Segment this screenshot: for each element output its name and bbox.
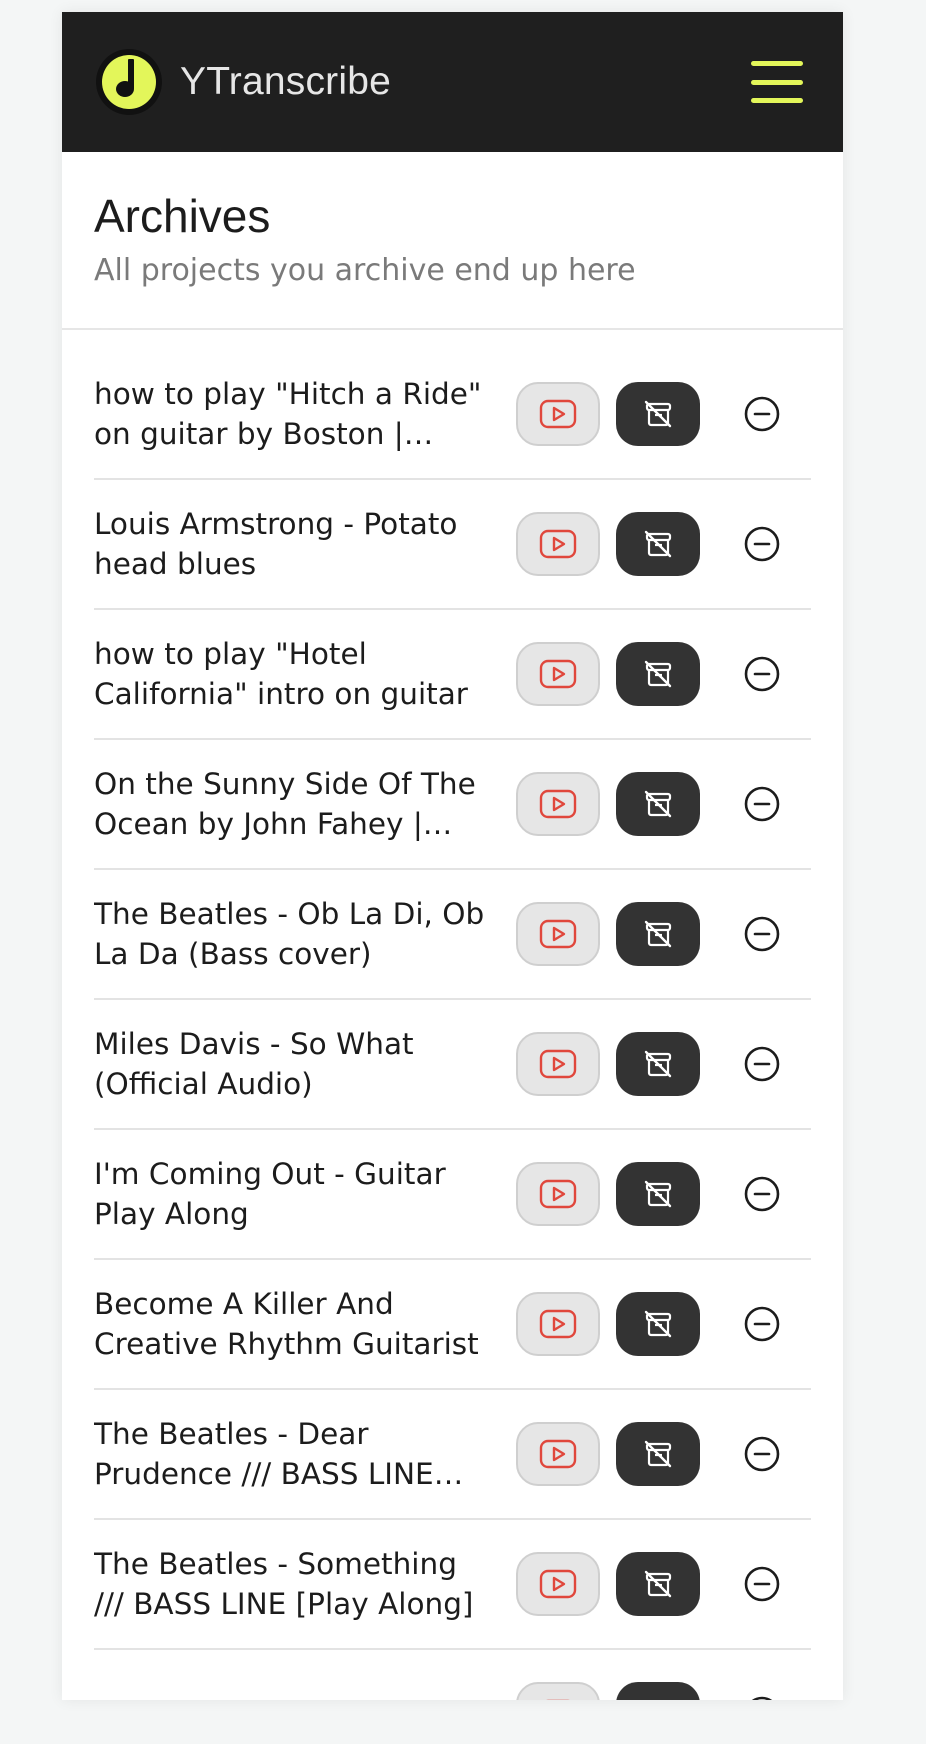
youtube-play-icon <box>539 1179 577 1209</box>
list-item: I'm Coming Out - Guitar Play Along <box>94 1130 811 1260</box>
row-actions <box>516 1161 784 1226</box>
minus-circle-icon[interactable] <box>740 1172 784 1216</box>
unarchive-button[interactable] <box>616 1551 700 1616</box>
youtube-play-icon <box>545 1699 571 1700</box>
hamburger-menu-icon[interactable] <box>751 61 803 103</box>
youtube-play-icon <box>539 1439 577 1469</box>
page-title: Archives <box>94 190 271 242</box>
open-youtube-button[interactable] <box>516 1551 600 1616</box>
project-title[interactable]: On the Sunny Side Of The Ocean by John F… <box>94 764 494 844</box>
project-title[interactable]: Become A Killer And Creative Rhythm Guit… <box>94 1284 494 1364</box>
project-title[interactable]: The Beatles - Something /// BASS LINE [P… <box>94 1544 494 1624</box>
open-youtube-button[interactable] <box>516 381 600 446</box>
row-actions <box>516 641 784 706</box>
unarchive-button[interactable] <box>616 641 700 706</box>
youtube-play-icon <box>539 529 577 559</box>
youtube-play-icon <box>539 399 577 429</box>
archive-off-icon <box>644 1440 672 1468</box>
archive-off-icon <box>644 400 672 428</box>
minus-circle-icon[interactable] <box>740 392 784 436</box>
page-subtitle: All projects you archive end up here <box>94 252 636 288</box>
minus-circle-icon[interactable] <box>740 522 784 566</box>
brand[interactable]: YTranscribe <box>94 47 391 117</box>
music-note-logo-icon <box>96 49 162 115</box>
open-youtube-button[interactable] <box>516 1421 600 1486</box>
row-actions <box>516 1291 784 1356</box>
minus-circle-icon[interactable] <box>740 1302 784 1346</box>
row-actions <box>516 771 784 836</box>
open-youtube-button[interactable] <box>516 1161 600 1226</box>
archive-off-icon <box>644 530 672 558</box>
project-title[interactable]: The Beatles - Dear Prudence /// BASS LIN… <box>94 1414 494 1494</box>
row-actions <box>516 1421 784 1486</box>
list-item: The Beatles - Ob La Di, Ob La Da (Bass c… <box>94 870 811 1000</box>
archive-off-icon <box>644 920 672 948</box>
youtube-play-icon <box>539 1049 577 1079</box>
unarchive-button[interactable] <box>616 511 700 576</box>
project-title[interactable]: Louis Armstrong - Potato head blues <box>94 504 494 584</box>
open-youtube-button[interactable] <box>516 1291 600 1356</box>
minus-circle-icon[interactable] <box>740 1692 784 1700</box>
minus-circle-icon[interactable] <box>740 1432 784 1476</box>
app-name: YTranscribe <box>180 60 391 103</box>
list-item: how to play "Hotel California" intro on … <box>94 610 811 740</box>
youtube-play-icon <box>539 1569 577 1599</box>
open-youtube-button[interactable] <box>516 641 600 706</box>
project-title[interactable]: The Beatles - Ob La Di, Ob La Da (Bass c… <box>94 894 494 974</box>
row-actions <box>516 381 784 446</box>
unarchive-button[interactable] <box>616 901 700 966</box>
app-window: YTranscribe Archives All projects you ar… <box>62 12 843 1700</box>
youtube-play-icon <box>539 789 577 819</box>
archived-projects-list: how to play "Hitch a Ride" on guitar by … <box>62 330 843 1700</box>
list-item: The Beatles - Dear Prudence /// BASS LIN… <box>94 1390 811 1520</box>
list-item: Miles Davis - So What (Official Audio) <box>94 1000 811 1130</box>
list-item: how to play "Hitch a Ride" on guitar by … <box>94 350 811 480</box>
youtube-play-icon <box>539 919 577 949</box>
archive-off-icon <box>644 1050 672 1078</box>
row-actions <box>516 1681 784 1700</box>
unarchive-button[interactable] <box>616 1421 700 1486</box>
project-title[interactable]: I'm Coming Out - Guitar Play Along <box>94 1154 494 1234</box>
open-youtube-button[interactable] <box>516 1681 600 1700</box>
unarchive-button[interactable] <box>616 1681 700 1700</box>
unarchive-button[interactable] <box>616 771 700 836</box>
row-actions <box>516 901 784 966</box>
youtube-play-icon <box>539 1309 577 1339</box>
archive-off-icon <box>644 790 672 818</box>
minus-circle-icon[interactable] <box>740 652 784 696</box>
minus-circle-icon[interactable] <box>740 912 784 956</box>
row-actions <box>516 511 784 576</box>
archive-off-icon <box>643 1699 673 1700</box>
project-title[interactable]: how to play "Hotel California" intro on … <box>94 634 494 714</box>
list-item: On the Sunny Side Of The Ocean by John F… <box>94 740 811 870</box>
unarchive-button[interactable] <box>616 1161 700 1226</box>
row-actions <box>516 1551 784 1616</box>
row-actions <box>516 1031 784 1096</box>
project-title[interactable]: how to play "Hitch a Ride" on guitar by … <box>94 374 494 454</box>
unarchive-button[interactable] <box>616 381 700 446</box>
archive-off-icon <box>644 1570 672 1598</box>
archive-off-icon <box>644 1180 672 1208</box>
top-navigation-bar: YTranscribe <box>62 12 843 152</box>
minus-circle-icon[interactable] <box>740 1042 784 1086</box>
list-item: Become A Killer And Creative Rhythm Guit… <box>94 1260 811 1390</box>
archive-off-icon <box>644 660 672 688</box>
youtube-play-icon <box>539 659 577 689</box>
open-youtube-button[interactable] <box>516 901 600 966</box>
list-item: The Beatles - Something /// BASS LINE [P… <box>94 1520 811 1650</box>
list-item: Rock and Roll Band <box>94 1650 811 1700</box>
list-item: Louis Armstrong - Potato head blues <box>94 480 811 610</box>
minus-circle-icon[interactable] <box>740 1562 784 1606</box>
unarchive-button[interactable] <box>616 1031 700 1096</box>
archive-off-icon <box>644 1310 672 1338</box>
project-title[interactable]: Miles Davis - So What (Official Audio) <box>94 1024 494 1104</box>
open-youtube-button[interactable] <box>516 771 600 836</box>
project-title[interactable]: Rock and Roll Band <box>94 1694 494 1700</box>
minus-circle-icon[interactable] <box>740 782 784 826</box>
page-header: Archives All projects you archive end up… <box>62 152 843 330</box>
open-youtube-button[interactable] <box>516 511 600 576</box>
unarchive-button[interactable] <box>616 1291 700 1356</box>
open-youtube-button[interactable] <box>516 1031 600 1096</box>
